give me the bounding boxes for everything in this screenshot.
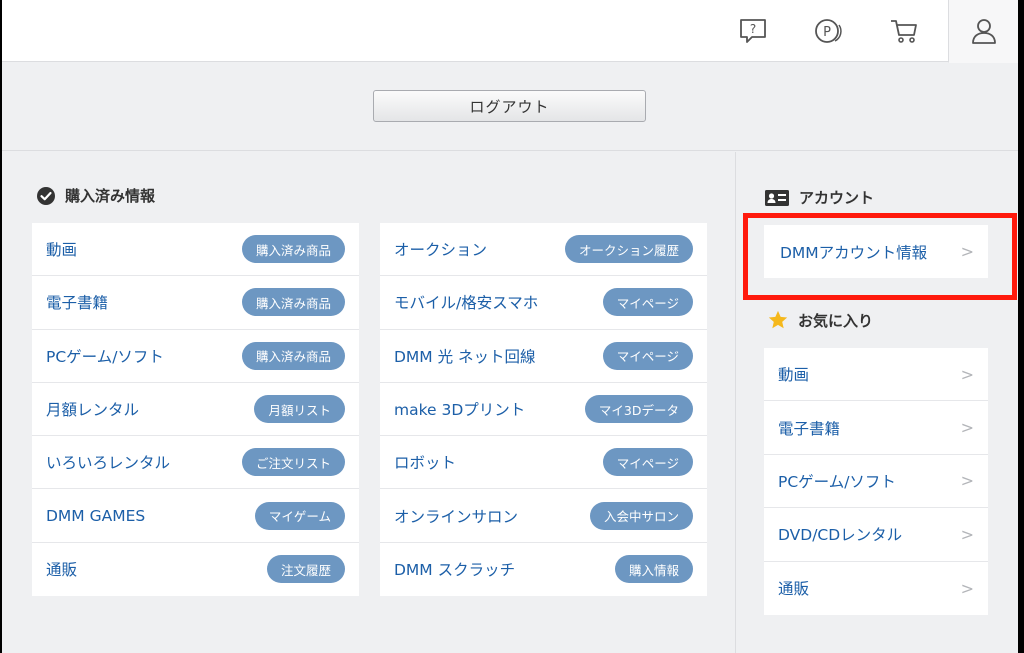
check-circle-icon [36, 186, 56, 206]
purchased-row-label[interactable]: 電子書籍 [46, 291, 108, 313]
purchased-row-label[interactable]: 動画 [46, 238, 77, 260]
chevron-right-icon: > [960, 364, 974, 384]
svg-text:?: ? [750, 22, 756, 36]
purchased-row-label[interactable]: オークション [394, 238, 487, 260]
purchased-row-label[interactable]: モバイル/格安スマホ [394, 291, 538, 313]
cart-icon [891, 20, 917, 43]
user-button[interactable] [948, 0, 1018, 63]
purchased-row-label[interactable]: DMM スクラッチ [394, 558, 515, 580]
purchased-row-label[interactable]: ロボット [394, 451, 456, 473]
purchased-row-label[interactable]: 月額レンタル [46, 398, 139, 420]
purchased-row-label[interactable]: PCゲーム/ソフト [46, 345, 164, 367]
favorites-row-label[interactable]: 動画 [778, 363, 809, 385]
account-row-label[interactable]: DMMアカウント情報 [780, 241, 927, 263]
purchased-row-button[interactable]: マイページ [602, 448, 693, 477]
logout-area: ログアウト [2, 63, 1018, 151]
help-icon: ? [740, 19, 766, 43]
purchased-row: make 3Dプリント マイ3Dデータ [380, 383, 707, 437]
chevron-right-icon: > [960, 418, 974, 438]
purchased-row: オークション オークション履歴 [380, 223, 707, 277]
page-frame: ? P ログアウト 購入済み情報 動画 購入済み商品 電子書籍 購入済み商品 P… [2, 0, 1018, 653]
favorites-list: 動画 > 電子書籍 > PCゲーム/ソフト > DVD/CDレンタル > 通販 > [764, 348, 988, 615]
favorites-row[interactable]: PCゲーム/ソフト > [764, 455, 988, 509]
id-card-icon [764, 189, 790, 207]
purchased-row-button[interactable]: 月額リスト [254, 395, 345, 424]
point-icon: P [815, 19, 842, 43]
purchased-row: いろいろレンタル ご注文リスト [32, 436, 359, 490]
purchased-list-right: オークション オークション履歴 モバイル/格安スマホ マイページ DMM 光 ネット… [380, 223, 707, 597]
help-button[interactable]: ? [721, 0, 785, 62]
purchased-row-label[interactable]: いろいろレンタル [46, 451, 170, 473]
purchased-row: 月額レンタル 月額リスト [32, 383, 359, 437]
top-header: ? P [2, 0, 1018, 63]
favorites-row-label[interactable]: PCゲーム/ソフト [778, 470, 896, 492]
purchased-row-button[interactable]: オークション履歴 [564, 235, 693, 264]
svg-text:P: P [823, 25, 831, 40]
chevron-right-icon: > [960, 242, 974, 262]
favorites-row[interactable]: 通販 > [764, 562, 988, 615]
favorites-title-text: お気に入り [798, 311, 874, 330]
purchased-row: PCゲーム/ソフト 購入済み商品 [32, 330, 359, 383]
purchased-row: ロボット マイページ [380, 436, 707, 490]
account-list: DMMアカウント情報 > [764, 225, 988, 279]
favorites-section-title: お気に入り [767, 309, 873, 331]
purchased-row: DMM 光 ネット回線 マイページ [380, 330, 707, 383]
favorites-row[interactable]: DVD/CDレンタル > [764, 508, 988, 562]
purchased-row-label[interactable]: オンラインサロン [394, 505, 518, 527]
point-button[interactable]: P [796, 0, 860, 62]
purchased-row: DMM GAMES マイゲーム [32, 489, 359, 543]
favorites-row-label[interactable]: 電子書籍 [778, 417, 840, 439]
cart-button[interactable] [872, 0, 936, 62]
favorites-row[interactable]: 電子書籍 > [764, 401, 988, 455]
chevron-right-icon: > [960, 578, 974, 598]
user-icon [971, 19, 996, 44]
purchased-row-button[interactable]: 購入済み商品 [241, 288, 345, 317]
purchased-row: モバイル/格安スマホ マイページ [380, 276, 707, 330]
purchased-row: 電子書籍 購入済み商品 [32, 276, 359, 330]
logout-button[interactable]: ログアウト [373, 90, 646, 122]
chevron-right-icon: > [960, 524, 974, 544]
purchased-row-label[interactable]: make 3Dプリント [394, 398, 525, 420]
purchased-row: 通販 注文履歴 [32, 543, 359, 596]
favorites-row[interactable]: 動画 > [764, 348, 988, 402]
purchased-row: オンラインサロン 入会中サロン [380, 489, 707, 543]
account-section-title: アカウント [764, 187, 874, 208]
purchased-list-left: 動画 購入済み商品 電子書籍 購入済み商品 PCゲーム/ソフト 購入済み商品 月額レン… [32, 223, 359, 597]
purchased-row-button[interactable]: 購入済み商品 [241, 341, 345, 370]
purchased-row-label[interactable]: DMM GAMES [46, 507, 145, 525]
purchased-row-button[interactable]: 購入情報 [614, 555, 693, 584]
purchased-row-label[interactable]: DMM 光 ネット回線 [394, 345, 536, 367]
purchased-section-title: 購入済み情報 [36, 185, 155, 206]
purchased-row-button[interactable]: 注文履歴 [266, 555, 345, 584]
chevron-right-icon: > [960, 471, 974, 491]
purchased-row-button[interactable]: マイページ [602, 288, 693, 317]
purchased-row: 動画 購入済み商品 [32, 223, 359, 277]
star-icon [767, 309, 789, 331]
purchased-row-button[interactable]: 購入済み商品 [241, 235, 345, 264]
purchased-row-label[interactable]: 通販 [46, 558, 77, 580]
account-row[interactable]: DMMアカウント情報 > [764, 225, 988, 278]
purchased-row-button[interactable]: ご注文リスト [241, 448, 345, 477]
favorites-row-label[interactable]: 通販 [778, 577, 809, 599]
account-title-text: アカウント [799, 189, 875, 207]
purchased-row-button[interactable]: マイページ [602, 341, 693, 370]
purchased-title-text: 購入済み情報 [65, 187, 156, 205]
purchased-row-button[interactable]: 入会中サロン [589, 501, 693, 530]
favorites-row-label[interactable]: DVD/CDレンタル [778, 523, 902, 545]
purchased-row: DMM スクラッチ 購入情報 [380, 543, 707, 596]
purchased-row-button[interactable]: マイ3Dデータ [584, 395, 693, 424]
purchased-row-button[interactable]: マイゲーム [254, 501, 345, 530]
